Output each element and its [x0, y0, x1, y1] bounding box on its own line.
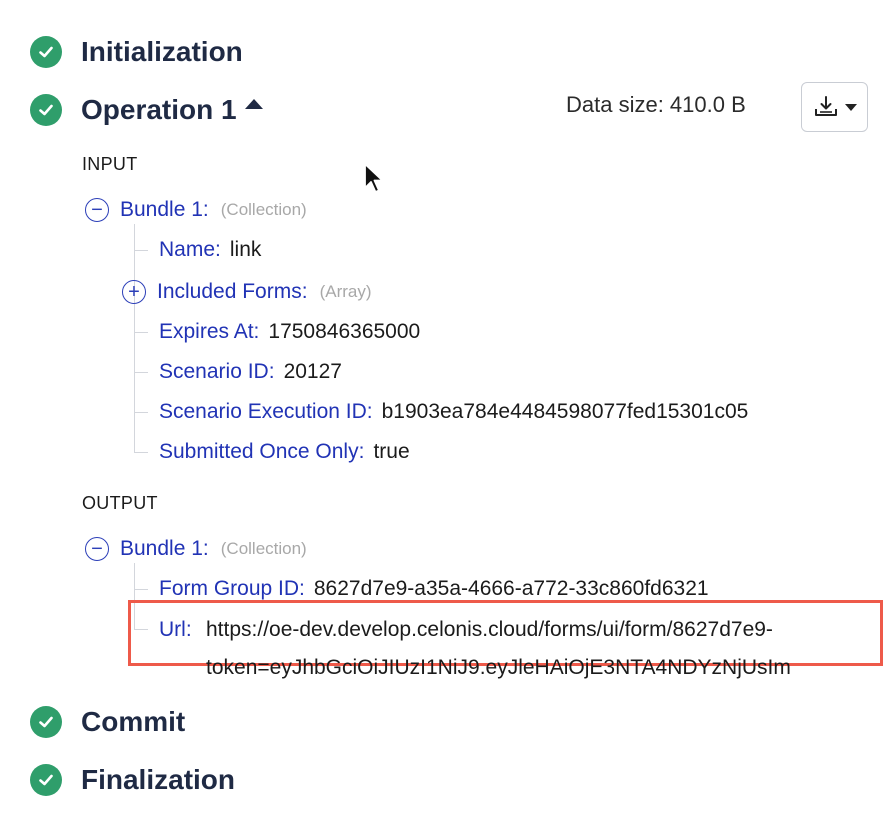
phase-title: Operation 1	[81, 94, 237, 125]
field-key: Name:	[159, 238, 221, 261]
phase-finalization[interactable]: Finalization	[30, 760, 235, 800]
minus-circle-icon[interactable]: −	[85, 198, 109, 222]
tree-branch	[134, 372, 148, 373]
tree-branch	[134, 332, 148, 333]
field-key: Included Forms:	[157, 280, 308, 303]
minus-circle-icon[interactable]: −	[85, 537, 109, 561]
bundle-type: (Collection)	[220, 539, 307, 558]
check-circle-icon	[30, 764, 62, 796]
field-value: 20127	[283, 360, 342, 383]
field-value: link	[229, 238, 262, 261]
tree-branch	[134, 412, 148, 413]
field-key: Submitted Once Only:	[159, 440, 365, 463]
check-circle-icon	[30, 706, 62, 738]
input-section-label: INPUT	[82, 154, 138, 174]
field-type: (Array)	[319, 282, 372, 301]
url-value-line-2: token=eyJhbGciOiJIUzI1NiJ9.eyJleHAiOjE3N…	[206, 656, 791, 679]
tree-branch	[134, 589, 148, 590]
download-icon	[814, 96, 837, 116]
bundle-type: (Collection)	[220, 200, 307, 219]
field-key: Scenario ID:	[159, 360, 275, 383]
field-value: true	[373, 440, 410, 463]
field-included-forms[interactable]: + Included Forms: (Array)	[122, 277, 372, 307]
tree-branch	[134, 452, 148, 453]
url-value-line-1: https://oe-dev.develop.celonis.cloud/for…	[206, 618, 773, 641]
phase-title: Finalization	[81, 764, 235, 795]
input-bundle-row[interactable]: − Bundle 1: (Collection)	[85, 195, 307, 225]
plus-circle-icon[interactable]: +	[122, 280, 146, 304]
field-scenario-id: Scenario ID: 20127	[159, 357, 342, 387]
field-scenario-execution-id: Scenario Execution ID: b1903ea784e448459…	[159, 397, 748, 427]
phase-initialization[interactable]: Initialization	[30, 32, 243, 72]
phase-title: Commit	[81, 706, 186, 737]
field-value: 1750846365000	[268, 320, 421, 343]
bundle-key: Bundle 1:	[120, 537, 209, 560]
field-name: Name: link	[159, 235, 261, 265]
field-value: 8627d7e9-a35a-4666-a772-33c860fd6321	[313, 577, 709, 600]
tree-branch	[134, 250, 148, 251]
phase-title: Initialization	[81, 36, 243, 67]
output-section-label: OUTPUT	[82, 493, 158, 513]
check-circle-icon	[30, 36, 62, 68]
chevron-down-icon	[844, 103, 857, 111]
tree-connector	[134, 224, 135, 452]
field-value: b1903ea784e4484598077fed15301c05	[381, 400, 749, 423]
phase-commit[interactable]: Commit	[30, 702, 185, 742]
check-circle-icon	[30, 94, 62, 126]
output-bundle-row[interactable]: − Bundle 1: (Collection)	[85, 534, 307, 564]
field-key: Expires At:	[159, 320, 260, 343]
field-key: Scenario Execution ID:	[159, 400, 373, 423]
caret-up-icon[interactable]	[244, 99, 263, 109]
field-expires-at: Expires At: 1750846365000	[159, 317, 420, 347]
data-size-label: Data size: 410.0 B	[566, 92, 746, 117]
field-submitted-once-only: Submitted Once Only: true	[159, 437, 410, 467]
phase-operation[interactable]: Operation 1	[30, 90, 263, 130]
mouse-pointer-icon	[364, 163, 384, 193]
field-url: Url:	[159, 615, 192, 645]
bundle-key: Bundle 1:	[120, 198, 209, 221]
download-button[interactable]	[801, 82, 868, 132]
field-key: Url:	[159, 618, 192, 641]
field-key: Form Group ID:	[159, 577, 305, 600]
